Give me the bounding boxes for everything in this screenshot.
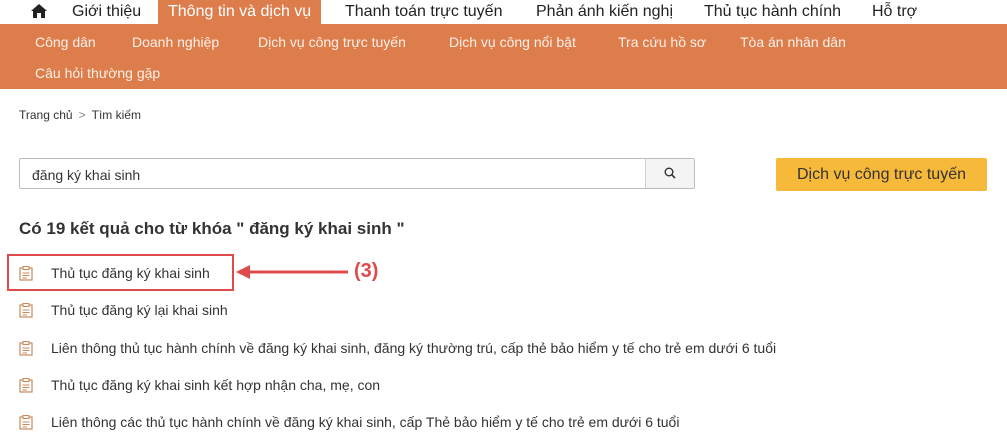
subnav-tra-cuu-ho-so[interactable]: Tra cứu hồ sơ: [618, 34, 706, 50]
results-heading: Có 19 kết quả cho từ khóa " đăng ký khai…: [19, 219, 405, 238]
result-link[interactable]: Thủ tục đăng ký lại khai sinh: [51, 302, 228, 318]
top-navigation: Giới thiệu Thông tin và dịch vụ Thanh to…: [0, 0, 1007, 24]
search-button[interactable]: [645, 159, 694, 188]
annotation-callout: (3): [354, 260, 379, 282]
result-link[interactable]: Thủ tục đăng ký khai sinh kết hợp nhận c…: [51, 377, 380, 393]
annotation-arrow-icon: [236, 265, 348, 279]
nav-phan-anh-kien-nghi[interactable]: Phản ánh kiến nghị: [536, 0, 673, 24]
breadcrumb-separator: >: [78, 108, 86, 122]
subnav-dich-vu-cong-truc-tuyen[interactable]: Dịch vụ công trực tuyến: [258, 34, 406, 50]
result-link[interactable]: Liên thông thủ tục hành chính về đăng ký…: [51, 340, 776, 356]
document-icon: [19, 303, 33, 318]
subnav-dich-vu-cong-noi-bat[interactable]: Dịch vụ công nổi bật: [449, 34, 576, 50]
nav-thong-tin-dich-vu[interactable]: Thông tin và dịch vụ: [158, 0, 322, 24]
breadcrumb-current: Tìm kiếm: [91, 108, 141, 122]
document-icon: [19, 378, 33, 393]
nav-thu-tuc-hanh-chinh[interactable]: Thủ tục hành chính: [704, 0, 841, 24]
nav-thanh-toan-truc-tuyen[interactable]: Thanh toán trực tuyến: [345, 0, 502, 24]
sub-navigation: Công dân Doanh nghiệp Dịch vụ công trực …: [0, 24, 1007, 89]
search-icon: [664, 167, 676, 179]
annotation-highlight-box: [7, 254, 234, 291]
document-icon: [19, 415, 33, 430]
subnav-cong-dan[interactable]: Công dân: [35, 34, 96, 50]
search-box: [19, 158, 695, 190]
breadcrumb: Trang chủ > Tìm kiếm: [19, 108, 141, 122]
result-link[interactable]: Liên thông các thủ tục hành chính về đăn…: [51, 414, 679, 430]
online-service-button[interactable]: Dịch vụ công trực tuyến: [776, 158, 987, 191]
subnav-toa-an-nhan-dan[interactable]: Tòa án nhân dân: [740, 34, 846, 50]
subnav-cau-hoi-thuong-gap[interactable]: Câu hỏi thường gặp: [35, 65, 160, 81]
subnav-doanh-nghiep[interactable]: Doanh nghiệp: [132, 34, 219, 50]
breadcrumb-home[interactable]: Trang chủ: [19, 108, 73, 122]
document-icon: [19, 341, 33, 356]
home-icon[interactable]: [30, 3, 48, 19]
nav-gioi-thieu[interactable]: Giới thiệu: [72, 0, 141, 24]
search-input[interactable]: [30, 159, 644, 190]
nav-ho-tro[interactable]: Hỗ trợ: [872, 0, 917, 24]
